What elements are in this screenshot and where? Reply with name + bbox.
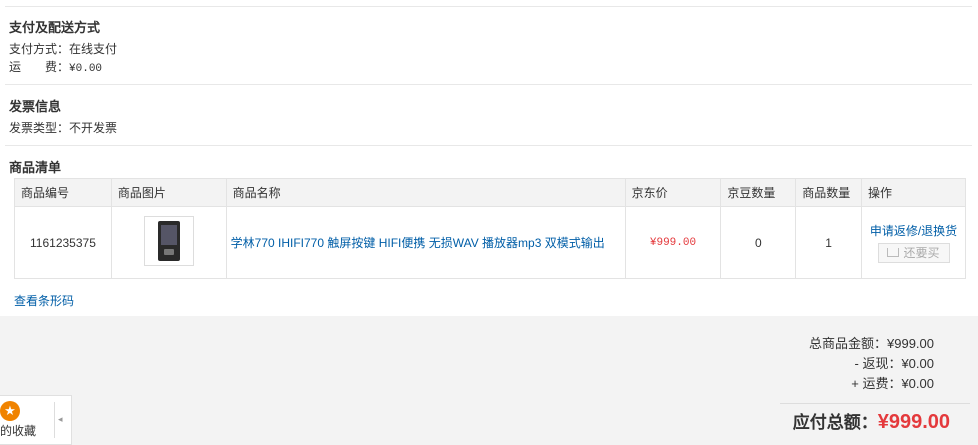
table-row: 1161235375 学林770 IHIFI770 触屏按键 HIFI便携 无损… (14, 206, 966, 279)
payment-method-line: 支付方式：在线支付 (9, 40, 117, 57)
rebate-amount: - 返现：¥0.00 (854, 356, 934, 371)
product-name-link[interactable]: 学林770 IHIFI770 触屏按键 HIFI便携 无损WAV 播放器mp3 … (225, 206, 626, 279)
invoice-type-value: 不开发票 (69, 121, 118, 135)
invoice-type-label: 发票类型： (9, 121, 70, 135)
favorites-widget[interactable]: ★ 的收藏 ◂ (0, 395, 72, 445)
payment-section-title: 支付及配送方式 (9, 20, 101, 35)
product-quantity: 1 (795, 206, 863, 279)
product-id: 1161235375 (14, 206, 112, 279)
goods-section-title: 商品清单 (9, 160, 62, 175)
freight-value: ¥0.00 (69, 63, 103, 75)
return-repair-link[interactable]: 申请返修/退换货 (862, 222, 965, 239)
section-divider (5, 145, 972, 146)
section-divider (5, 84, 972, 85)
product-actions: 申请返修/退换货 还要买 (861, 206, 966, 279)
view-barcode-link[interactable]: 查看条形码 (14, 292, 74, 309)
cart-icon (887, 248, 900, 258)
rebuy-label: 还要买 (903, 246, 940, 260)
col-header-name: 商品名称 (225, 178, 626, 207)
col-header-actions: 操作 (861, 178, 966, 207)
goods-table: 商品编号 商品图片 商品名称 京东价 京豆数量 商品数量 操作 11612353… (14, 178, 966, 279)
product-beans: 0 (720, 206, 797, 279)
order-detail-page: 支付及配送方式 支付方式：在线支付 运 费：¥0.00 发票信息 发票类型：不开… (0, 0, 978, 445)
col-header-image: 商品图片 (110, 178, 227, 207)
top-divider (5, 6, 972, 7)
col-header-quantity: 商品数量 (795, 178, 863, 207)
collapse-arrow-icon[interactable]: ◂ (58, 414, 63, 425)
invoice-section-title: 发票信息 (9, 99, 62, 114)
col-header-beans: 京豆数量 (720, 178, 797, 207)
star-icon: ★ (0, 401, 20, 421)
payable-total: 应付总额：¥999.00 (793, 408, 950, 434)
col-header-id: 商品编号 (14, 178, 112, 207)
freight-label: 运 费： (9, 60, 70, 74)
favorites-label: 的收藏 (0, 424, 37, 438)
summary-divider (780, 403, 970, 404)
payment-method-value: 在线支付 (69, 42, 118, 56)
payment-method-label: 支付方式： (9, 42, 70, 56)
freight-amount: + 运费：¥0.00 (851, 376, 934, 391)
invoice-type-line: 发票类型：不开发票 (9, 119, 117, 136)
payable-label: 应付总额： (792, 413, 878, 432)
payable-amount: ¥999.00 (877, 411, 950, 433)
product-thumbnail[interactable] (143, 216, 194, 266)
player-button (163, 249, 174, 255)
freight-line: 运 费：¥0.00 (9, 58, 102, 75)
product-image-cell (110, 206, 227, 279)
rebuy-button[interactable]: 还要买 (877, 243, 950, 263)
player-screen (160, 225, 177, 245)
goods-table-header: 商品编号 商品图片 商品名称 京东价 京豆数量 商品数量 操作 (14, 178, 966, 207)
widget-divider (54, 402, 55, 438)
col-header-price: 京东价 (624, 178, 722, 207)
product-price: ¥999.00 (624, 206, 722, 279)
goods-total: 总商品金额：¥999.00 (809, 336, 934, 351)
